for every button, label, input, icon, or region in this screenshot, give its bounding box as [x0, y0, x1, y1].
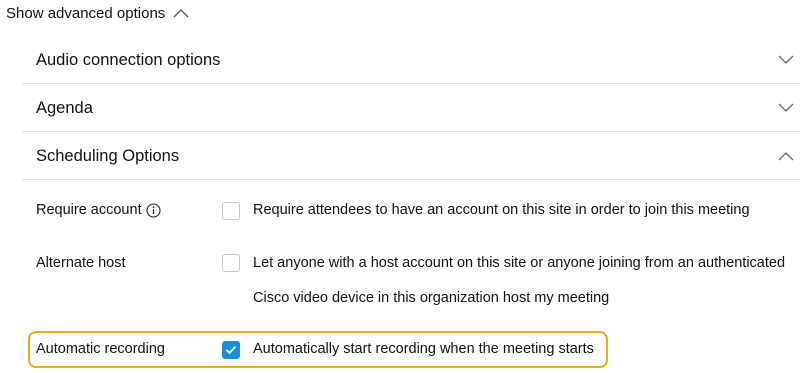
automatic-recording-label: Automatic recording [36, 341, 165, 357]
alternate-host-label: Alternate host [36, 255, 126, 271]
chevron-down-icon [778, 55, 794, 65]
section-title-audio-connection-options: Audio connection options [36, 50, 221, 69]
chevron-up-icon [778, 151, 794, 161]
automatic-recording-checkbox[interactable] [222, 341, 240, 359]
require-account-label: Require account [36, 202, 142, 218]
chevron-down-icon [778, 103, 794, 113]
require-account-checkbox[interactable] [222, 202, 240, 220]
info-icon[interactable] [146, 202, 161, 218]
section-scheduling-options[interactable]: Scheduling Options [22, 133, 800, 180]
chevron-up-icon [173, 8, 189, 18]
automatic-recording-description: Automatically start recording when the m… [253, 341, 594, 357]
section-title-agenda: Agenda [36, 98, 93, 117]
checkmark-icon [225, 345, 237, 355]
require-account-description: Require attendees to have an account on … [253, 202, 750, 218]
section-audio-connection-options[interactable]: Audio connection options [22, 37, 800, 84]
section-title-scheduling-options: Scheduling Options [36, 146, 180, 165]
show-advanced-options-toggle[interactable]: Show advanced options [6, 2, 189, 24]
alternate-host-checkbox[interactable] [222, 254, 240, 272]
alternate-host-description-line1: Let anyone with a host account on this s… [253, 255, 786, 271]
section-agenda[interactable]: Agenda [22, 85, 800, 132]
alternate-host-description-line2: Cisco video device in this organization … [253, 290, 610, 306]
require-account-label-group: Require account [36, 202, 161, 218]
show-advanced-options-label: Show advanced options [6, 4, 166, 22]
